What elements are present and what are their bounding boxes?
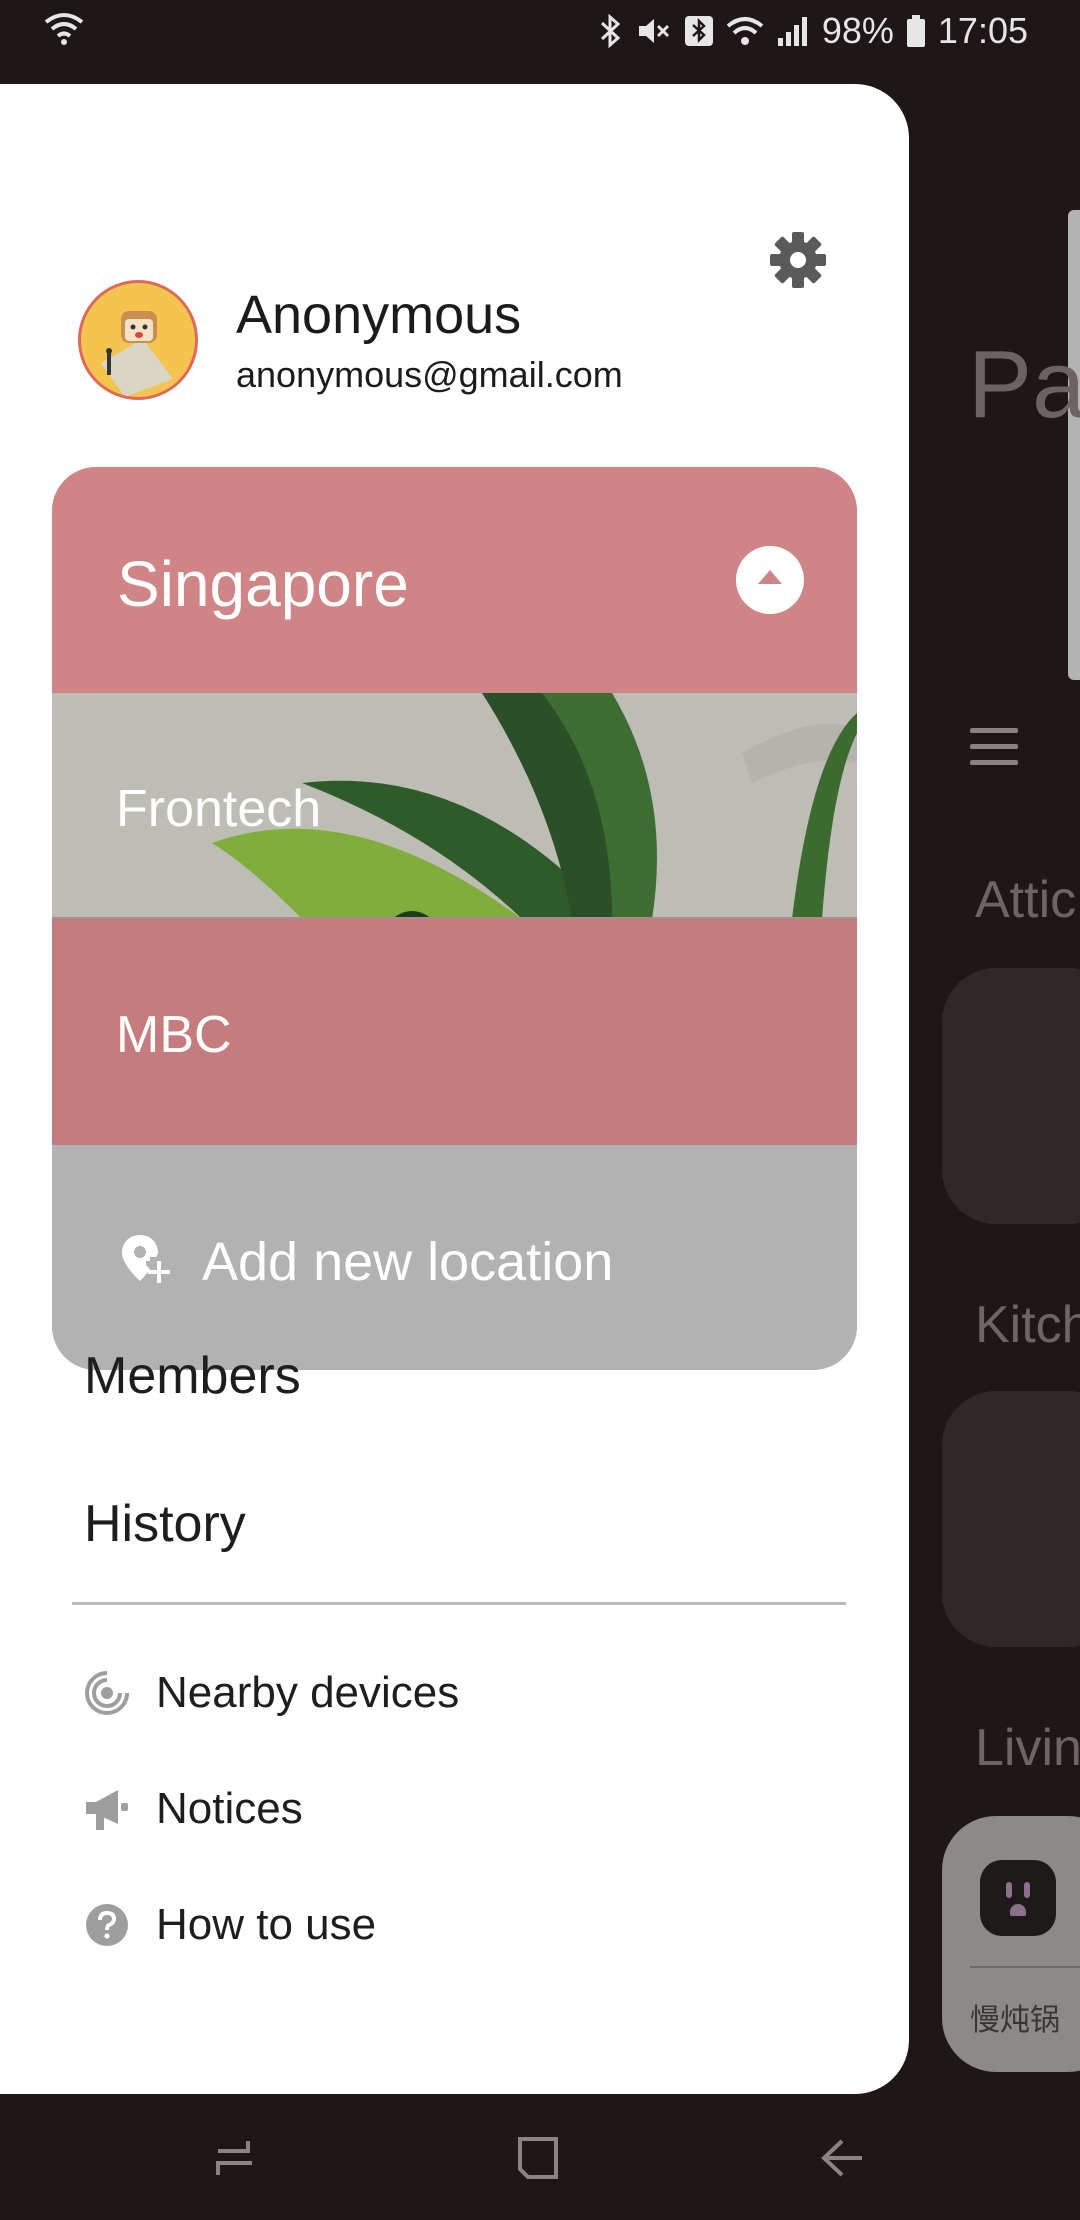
card-divider <box>970 1966 1080 1968</box>
gear-icon <box>770 232 826 288</box>
navigation-drawer: Anonymous anonymous@gmail.com Singapore … <box>0 84 909 2094</box>
menu-item-members[interactable]: Members <box>84 1346 301 1406</box>
menu-item-nearby-devices[interactable]: Nearby devices <box>84 1668 459 1718</box>
current-location: Singapore <box>117 548 409 620</box>
wifi-icon <box>726 14 764 48</box>
home-button[interactable] <box>514 2133 564 2183</box>
settings-button[interactable] <box>766 228 830 292</box>
room-label: Kitch <box>975 1296 1080 1354</box>
device-card <box>942 1391 1080 1647</box>
collapse-locations-button[interactable] <box>736 546 804 614</box>
recents-button[interactable] <box>212 2133 262 2183</box>
user-email: anonymous@gmail.com <box>236 354 623 395</box>
bluetooth-connected-icon <box>684 14 714 48</box>
location-item-frontech[interactable]: Frontech <box>52 693 857 919</box>
menu-item-label: Notices <box>156 1784 303 1833</box>
add-location-label: Add new location <box>202 1232 614 1292</box>
room-label: Attic <box>975 871 1077 929</box>
wifi-calling-icon <box>44 12 84 55</box>
menu-item-history[interactable]: History <box>84 1494 246 1554</box>
mute-icon <box>636 14 672 48</box>
background-title: Pa <box>968 331 1080 438</box>
bluetooth-icon <box>598 14 624 48</box>
location-name: Frontech <box>116 780 322 838</box>
location-name: MBC <box>116 1006 232 1064</box>
menu-item-how-to-use[interactable]: How to use <box>84 1900 376 1950</box>
room-label: Livin <box>975 1719 1080 1777</box>
device-card <box>942 968 1080 1224</box>
menu-icon <box>970 728 1018 776</box>
back-button[interactable] <box>818 2133 868 2183</box>
menu-item-label: How to use <box>156 1900 377 1949</box>
location-item-mbc[interactable]: MBC <box>52 919 857 1145</box>
add-location-button[interactable]: Add new location <box>52 1145 857 1370</box>
add-location-icon <box>122 1235 170 1283</box>
nearby-icon <box>85 1671 129 1715</box>
menu-item-label: Nearby devices <box>156 1668 460 1717</box>
menu-item-notices[interactable]: Notices <box>84 1784 303 1834</box>
chevron-up-icon <box>758 570 782 584</box>
user-name: Anonymous <box>236 285 522 345</box>
avatar[interactable] <box>78 280 198 400</box>
battery-percent: 98% <box>821 10 894 51</box>
plug-icon <box>980 1860 1056 1936</box>
signal-icon <box>776 14 810 48</box>
help-icon <box>86 1904 128 1946</box>
device-label: 慢炖锅 <box>970 2004 1060 2037</box>
background-panel-edge <box>1068 210 1080 680</box>
background-app: Pa Attic Kitch Livin 慢炖锅 <box>910 0 1080 2095</box>
menu-divider <box>72 1602 846 1605</box>
system-nav-bar <box>0 2095 1080 2220</box>
location-selector: Singapore Frontech MBC Add new location <box>52 467 857 1370</box>
megaphone-icon <box>86 1790 128 1830</box>
location-selector-header[interactable]: Singapore <box>52 467 857 693</box>
